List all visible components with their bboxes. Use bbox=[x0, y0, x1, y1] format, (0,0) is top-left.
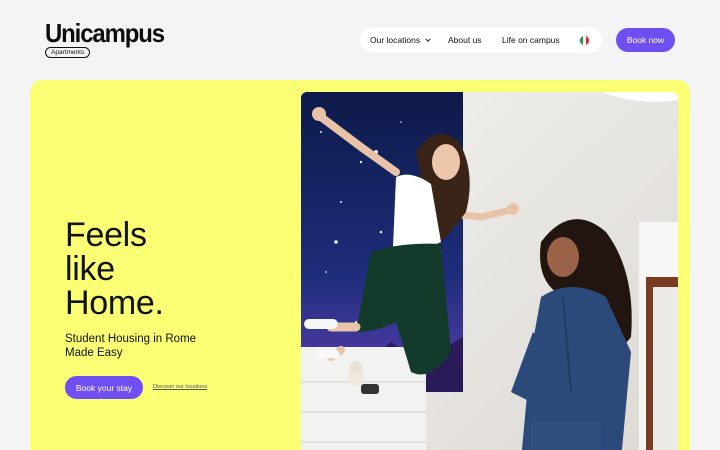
hero-section: Feels like Home. Student Housing in Rome… bbox=[30, 80, 690, 450]
nav-item-label: About us bbox=[448, 35, 482, 45]
nav-item-life-on-campus[interactable]: Life on campus bbox=[502, 35, 579, 45]
book-now-button[interactable]: Book now bbox=[616, 28, 675, 52]
discover-locations-link[interactable]: Discover our locations bbox=[153, 384, 207, 390]
nav-item-our-locations[interactable]: Our locations bbox=[370, 35, 448, 45]
brand-badge: Apartments bbox=[45, 47, 91, 58]
hero-title-line: like bbox=[65, 250, 115, 288]
nav-item-label: Our locations bbox=[370, 35, 421, 45]
hero-photo bbox=[301, 92, 678, 450]
italy-flag-icon[interactable] bbox=[579, 34, 590, 46]
nav-item-label: Life on campus bbox=[502, 35, 560, 45]
hero-photo-illustration bbox=[301, 92, 678, 450]
nav-item-about-us[interactable]: About us bbox=[448, 35, 502, 45]
hero-title-line: Feels bbox=[65, 216, 147, 254]
hero-title-line: Home. bbox=[65, 284, 164, 322]
chevron-down-icon bbox=[425, 38, 431, 42]
brand-logo[interactable]: Unicampus Apartments bbox=[45, 18, 174, 58]
brand-name: Unicampus bbox=[45, 18, 165, 48]
hero-subtitle: Student Housing in Rome Made Easy bbox=[65, 333, 197, 359]
hero-title: Feels like Home. bbox=[65, 218, 164, 320]
main-nav: Our locations About us Life on campus bbox=[360, 27, 602, 53]
book-your-stay-button[interactable]: Book your stay bbox=[65, 376, 143, 399]
